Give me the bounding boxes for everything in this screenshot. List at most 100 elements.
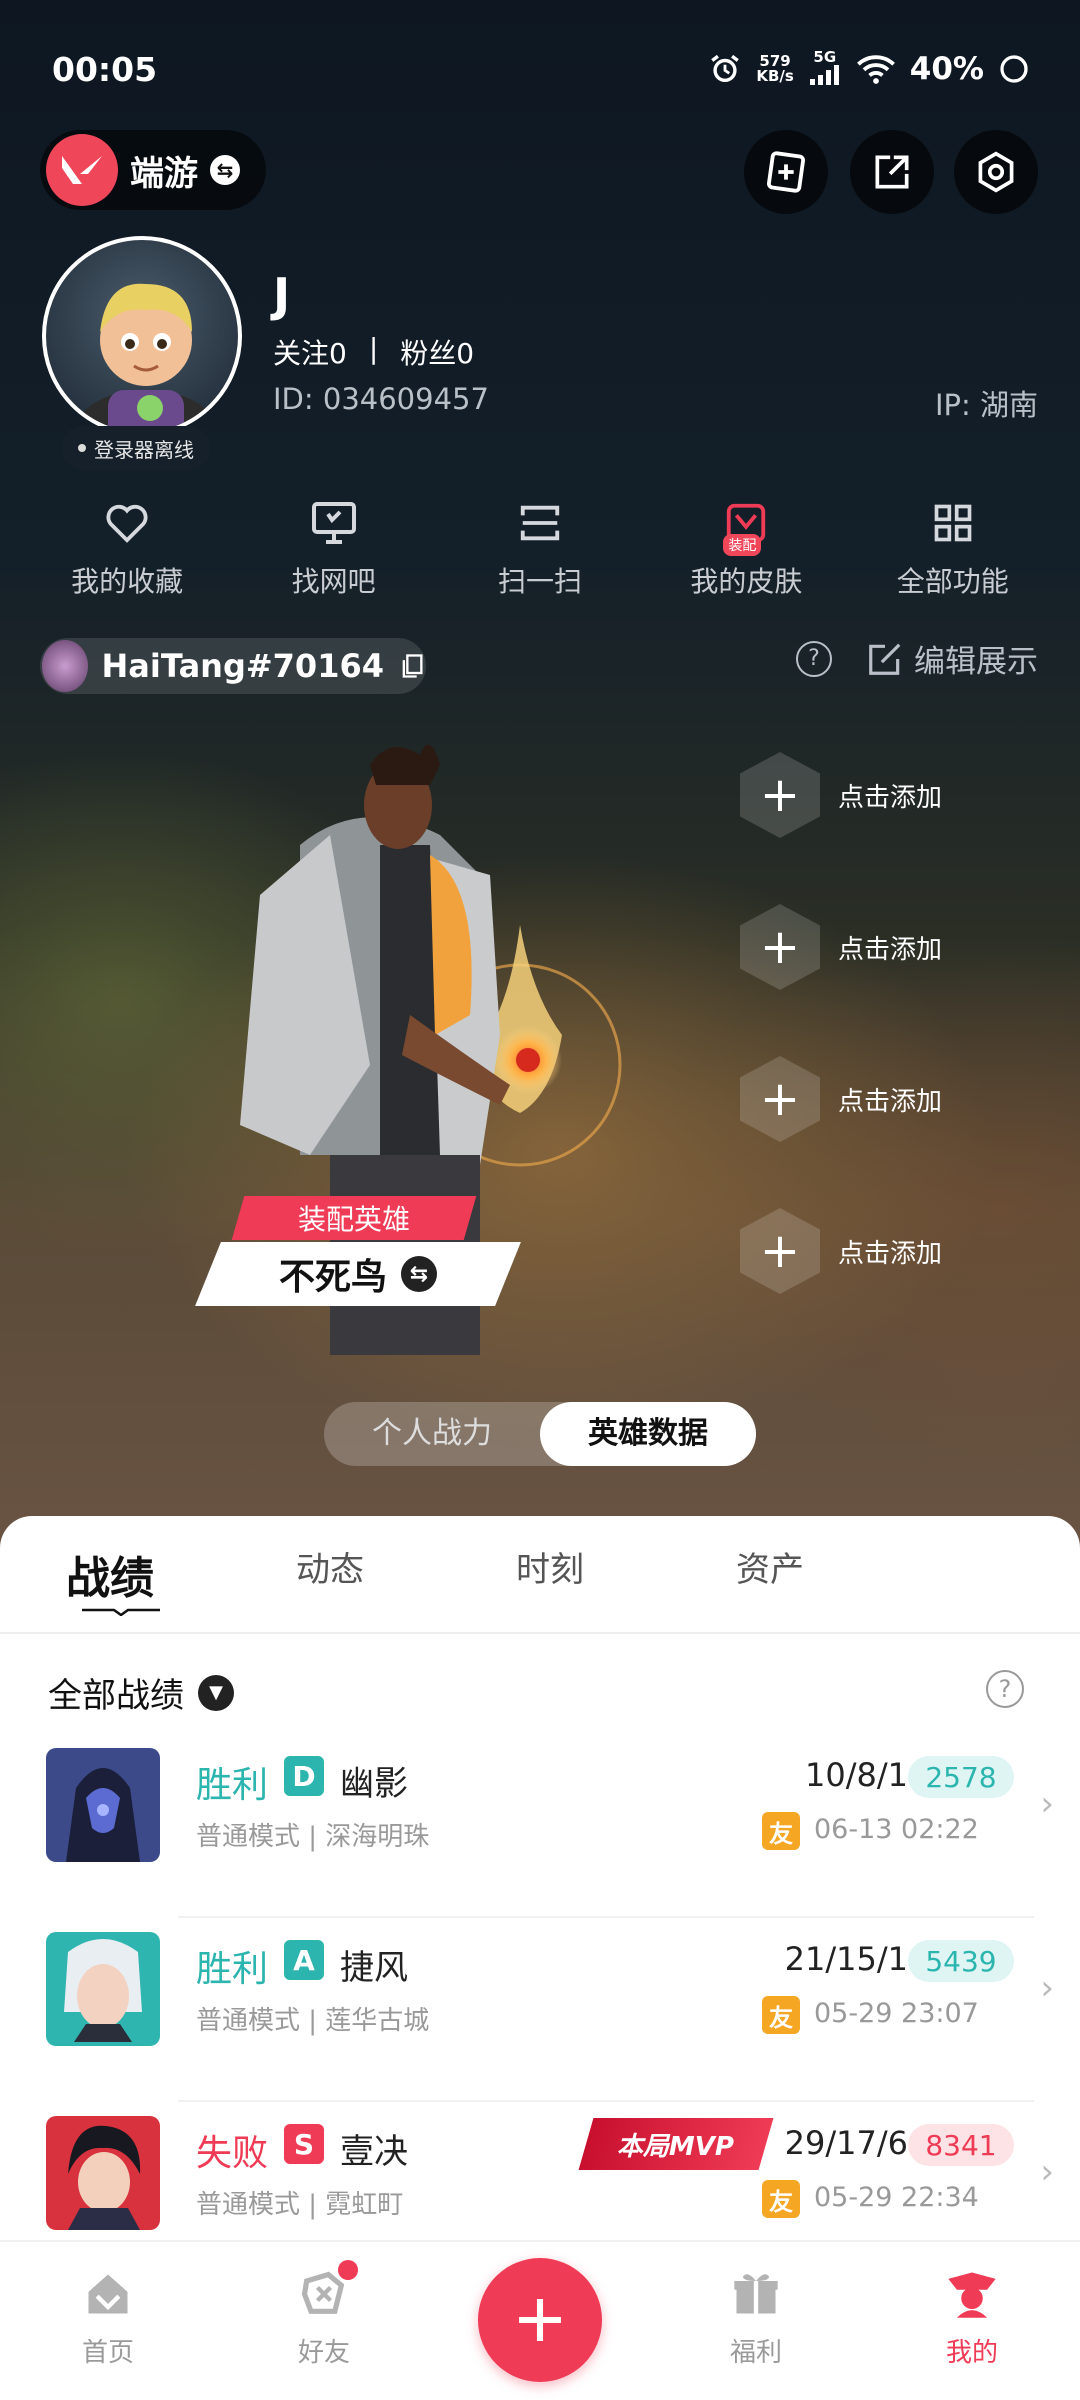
swap-hero-icon[interactable]: ⇆: [401, 1256, 437, 1292]
nav-friends[interactable]: 好友: [244, 2260, 404, 2369]
fans-count[interactable]: 粉丝0: [400, 332, 474, 372]
match-row[interactable]: 胜利 D 幽影 普通模式 | 深海明珠 10/8/1 2578 友 06-13 …: [0, 1734, 1080, 1918]
tab-moments[interactable]: 时刻: [440, 1542, 660, 1606]
user-name: J: [273, 268, 291, 322]
status-time: 00:05: [52, 50, 158, 89]
chevron-down-icon: ▼: [198, 1674, 234, 1711]
toggle-hero-data[interactable]: 英雄数据: [540, 1402, 756, 1466]
match-time: 05-29 23:07: [814, 1998, 979, 2029]
quick-skins[interactable]: 装配 我的皮肤: [651, 498, 841, 600]
match-result: 胜利: [196, 1765, 269, 1806]
records-filter[interactable]: 全部战绩 ▼: [48, 1668, 234, 1717]
user-id: ID: 034609457: [273, 382, 489, 416]
nav-home[interactable]: 首页: [28, 2266, 188, 2369]
launcher-status-text: 登录器离线: [94, 437, 194, 462]
hero-name-plate: 不死鸟 ⇆: [195, 1242, 521, 1306]
plus-icon: +: [740, 1208, 820, 1294]
alarm-icon: [711, 54, 740, 83]
create-post-button[interactable]: [478, 2258, 602, 2382]
showcase-actions: ? 编辑展示: [796, 636, 1038, 681]
equip-hero-label: 装配英雄: [231, 1196, 477, 1240]
mvp-badge: 本局MVP: [578, 2118, 774, 2170]
game-switch-pill[interactable]: 端游 ⇆: [40, 130, 266, 210]
match-mode: 普通模式 | 深海明珠: [196, 1822, 430, 1852]
settings-icon: [978, 151, 1014, 193]
match-score: 5439: [908, 1940, 1014, 1982]
gift-icon: [734, 2274, 778, 2314]
equip-tag: 装配: [723, 534, 762, 556]
grade-badge: S: [284, 2124, 324, 2164]
agent-avatar: [46, 1932, 160, 2046]
settings-button[interactable]: [954, 130, 1038, 214]
tab-activity[interactable]: 动态: [220, 1542, 440, 1606]
net-speed: 579 KB/s: [756, 52, 794, 85]
quick-menu: 我的收藏 找网吧 扫一扫 装配 我的皮肤 全部功能: [0, 498, 1080, 600]
add-card-icon: [766, 151, 806, 193]
chevron-right-icon: ›: [1040, 1968, 1054, 2008]
match-score: 8341: [908, 2124, 1014, 2166]
help-icon[interactable]: ?: [796, 640, 832, 677]
agent-avatar: [46, 1748, 160, 1862]
quick-scan[interactable]: 扫一扫: [445, 498, 635, 600]
share-icon: [875, 155, 909, 189]
match-mode: 普通模式 | 霓虹町: [196, 2190, 404, 2220]
status-dot-icon: [78, 444, 86, 452]
toggle-personal-power[interactable]: 个人战力: [324, 1402, 540, 1466]
match-mode: 普通模式 | 莲华古城: [196, 2006, 430, 2036]
battery-text: 40%: [909, 51, 984, 87]
stats-divider: |: [368, 332, 379, 365]
avatar[interactable]: [42, 236, 242, 436]
notification-dot: [338, 2260, 358, 2280]
profile-icon: [948, 2272, 996, 2318]
chevron-right-icon: ›: [1040, 2152, 1054, 2192]
add-slot-3[interactable]: + 点击添加: [740, 1056, 942, 1142]
riot-id: HaiTang#70164: [101, 647, 384, 685]
quick-find-cafe[interactable]: 找网吧: [239, 498, 429, 600]
records-help-icon[interactable]: ?: [986, 1670, 1024, 1708]
match-row[interactable]: 胜利 A 捷风 普通模式 | 莲华古城 21/15/1 5439 友 05-29…: [0, 1918, 1080, 2102]
grade-badge: A: [284, 1940, 324, 1980]
friend-badge: 友: [762, 1812, 800, 1850]
follow-count[interactable]: 关注0: [273, 332, 347, 372]
monitor-icon: [311, 502, 356, 544]
game-avatar: [42, 640, 88, 692]
grid-icon: [934, 504, 972, 542]
match-kda: 10/8/1: [805, 1756, 908, 1794]
match-result: 失败: [196, 2133, 269, 2174]
edit-showcase-button[interactable]: 编辑展示: [866, 636, 1038, 681]
agent-name: 壹决: [340, 2132, 408, 2172]
tab-records[interactable]: 战绩: [0, 1542, 220, 1606]
swap-icon: ⇆: [210, 155, 240, 185]
share-button[interactable]: [850, 130, 934, 214]
copy-icon[interactable]: [398, 650, 426, 682]
match-kda: 21/15/1: [784, 1940, 908, 1978]
nav-benefits[interactable]: 福利: [676, 2266, 836, 2369]
tab-divider: [0, 1632, 1080, 1634]
data-toggle: 个人战力 英雄数据: [324, 1402, 756, 1466]
follow-stats: 关注0 | 粉丝0: [273, 332, 474, 372]
add-slot-2[interactable]: + 点击添加: [740, 904, 942, 990]
nav-me[interactable]: 我的: [892, 2266, 1052, 2369]
agent-name: 幽影: [340, 1764, 408, 1804]
brand-name: 端游: [130, 153, 198, 194]
quick-all-features[interactable]: 全部功能: [858, 498, 1048, 600]
match-time: 05-29 22:34: [814, 2182, 979, 2213]
agent-name: 捷风: [340, 1948, 408, 1988]
match-result: 胜利: [196, 1949, 269, 1990]
add-slot-1[interactable]: + 点击添加: [740, 752, 942, 838]
chevron-right-icon: ›: [1040, 1784, 1054, 1824]
heart-icon: [106, 504, 148, 543]
plus-icon: [519, 2299, 561, 2341]
quick-favorites[interactable]: 我的收藏: [32, 498, 222, 600]
riot-id-pill[interactable]: HaiTang#70164: [40, 638, 426, 694]
tab-assets[interactable]: 资产: [660, 1542, 880, 1606]
plus-icon: +: [740, 1056, 820, 1142]
equipped-hero-tag[interactable]: 装配英雄 不死鸟 ⇆: [195, 1196, 528, 1306]
add-card-button[interactable]: [744, 130, 828, 214]
record-tabs: 战绩 动态 时刻 资产: [0, 1542, 1080, 1606]
add-slot-4[interactable]: + 点击添加: [740, 1208, 942, 1294]
hero-name: 不死鸟: [278, 1257, 387, 1298]
edit-icon: [869, 643, 901, 675]
grade-badge: D: [284, 1756, 324, 1796]
signal-icon: [809, 65, 839, 85]
